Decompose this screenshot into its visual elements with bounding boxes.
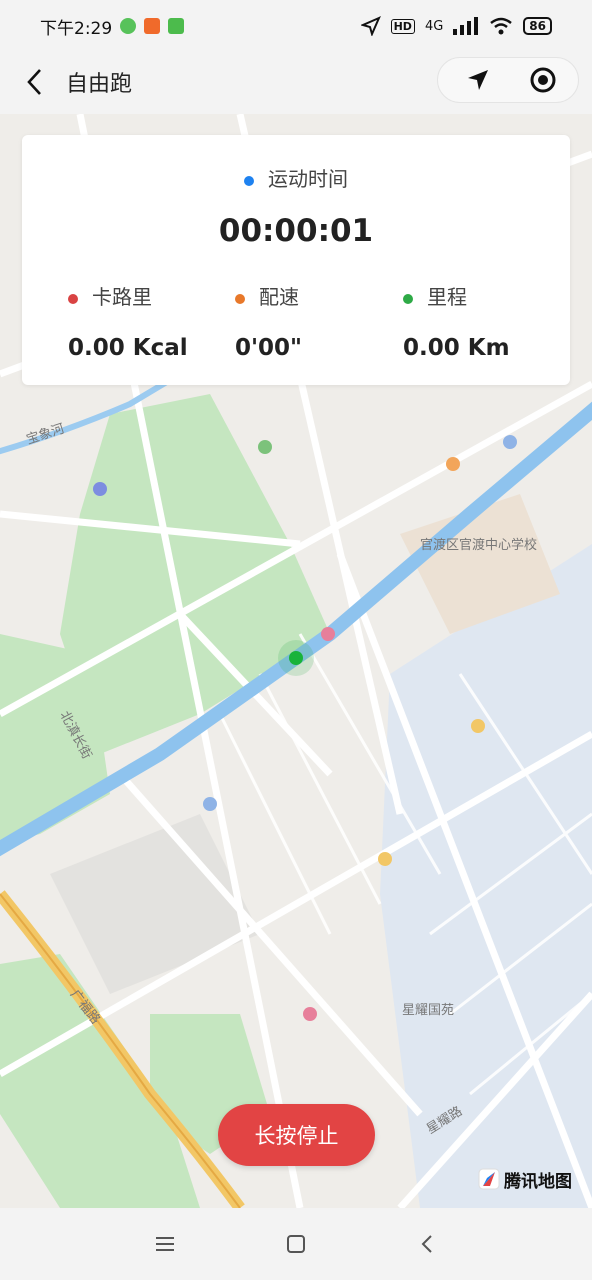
- poi-marker: [93, 482, 107, 496]
- status-left: 下午2:29: [40, 14, 185, 39]
- system-back-button[interactable]: [407, 1224, 447, 1264]
- distance-label: 里程: [427, 285, 467, 309]
- forward-arrow-icon: [468, 70, 488, 90]
- distance-value: 0.00 Km: [403, 335, 510, 361]
- distance-stat: 里程 0.00 Km: [403, 281, 583, 361]
- map-provider-logo: 腾讯地图: [478, 1164, 572, 1194]
- time-label: 运动时间: [268, 167, 348, 191]
- calories-dot: [68, 293, 78, 304]
- home-button[interactable]: [276, 1224, 316, 1264]
- network-label: 4G: [424, 18, 444, 34]
- map-provider-name: 腾讯地图: [504, 1171, 572, 1192]
- wechat-icon: [120, 18, 137, 34]
- signal-icon: [453, 17, 479, 35]
- pace-label-row: 配速: [235, 281, 415, 309]
- pace-label: 配速: [259, 285, 299, 309]
- pace-value: 0'00": [235, 335, 303, 361]
- header: 自由跑: [0, 52, 592, 114]
- wifi-icon: [490, 17, 513, 35]
- distance-dot: [403, 293, 413, 304]
- battery-indicator: 86: [523, 17, 552, 35]
- calories-stat: 卡路里 0.00 Kcal: [68, 281, 248, 361]
- menu-button[interactable]: [145, 1224, 185, 1264]
- school-label: 官渡区官渡中心学校: [420, 537, 537, 553]
- location-arrow-icon: [360, 16, 381, 36]
- chevron-left-icon: [27, 69, 41, 95]
- tencent-map-icon: [478, 1168, 500, 1190]
- time-value: 00:00:01: [218, 213, 374, 249]
- status-time: 下午2:29: [40, 18, 113, 39]
- video-app-icon: [144, 18, 161, 34]
- long-press-stop-button[interactable]: 长按停止: [218, 1104, 375, 1166]
- poi-marker: [471, 719, 485, 733]
- page-title: 自由跑: [66, 72, 133, 97]
- time-dot: [244, 175, 254, 186]
- pace-stat: 配速 0'00": [235, 281, 415, 361]
- calories-value: 0.00 Kcal: [68, 335, 188, 361]
- poi-marker: [203, 797, 217, 811]
- calories-label: 卡路里: [92, 285, 152, 309]
- close-miniprogram-button[interactable]: [528, 65, 558, 95]
- calories-label-row: 卡路里: [68, 281, 248, 309]
- poi-marker: [378, 852, 392, 866]
- home-square-icon: [286, 1235, 305, 1253]
- back-button[interactable]: [18, 64, 50, 100]
- target-icon: [530, 67, 556, 93]
- miniprogram-capsule: [437, 57, 579, 103]
- poi-marker: [321, 627, 335, 641]
- poi-marker: [303, 1007, 317, 1021]
- more-button[interactable]: [462, 65, 492, 95]
- status-bar: 下午2:29 HD 4G 86: [0, 0, 592, 52]
- back-arrow-icon: [421, 1235, 432, 1253]
- system-nav-bar: [0, 1208, 592, 1280]
- stats-card: 运动时间 00:00:01 卡路里 0.00 Kcal 配速 0'00" 里程 …: [22, 135, 570, 385]
- robot-app-icon: [168, 18, 185, 34]
- status-right: HD 4G 86: [360, 16, 552, 36]
- current-location-dot: [289, 651, 303, 665]
- time-label-row: 运动时间: [22, 163, 570, 192]
- pace-dot: [235, 293, 245, 304]
- poi-marker: [503, 435, 517, 449]
- poi-marker: [446, 457, 460, 471]
- poi-marker: [258, 440, 272, 454]
- menu-icon: [156, 1237, 175, 1251]
- hd-icon: HD: [390, 18, 415, 34]
- distance-label-row: 里程: [403, 281, 583, 309]
- garden-label: 星耀国苑: [402, 1003, 454, 1018]
